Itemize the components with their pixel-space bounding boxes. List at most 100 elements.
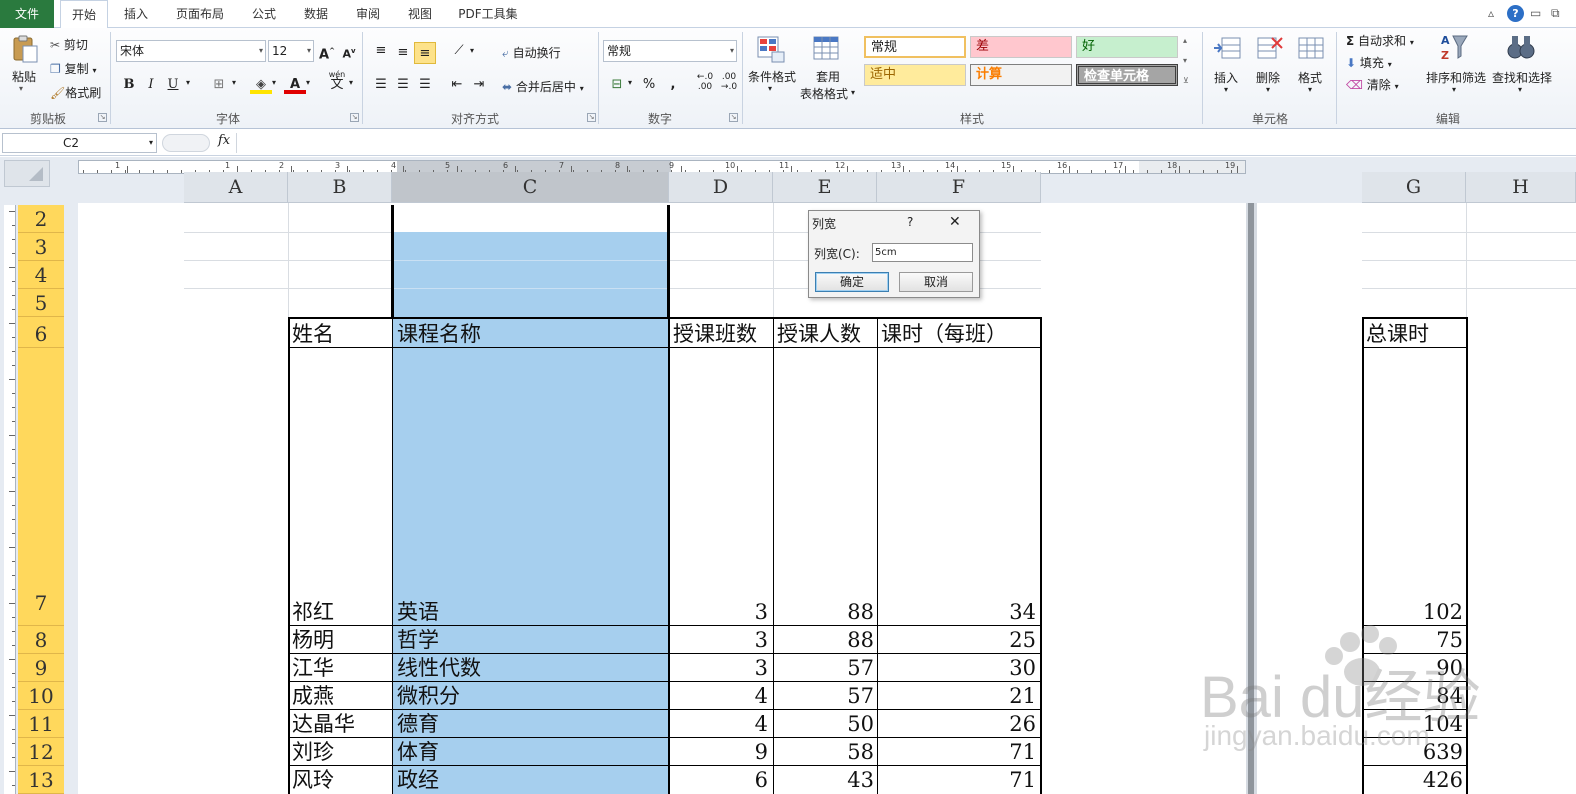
row-header-11[interactable]: 11 — [18, 710, 64, 738]
font-color-dropdown-icon[interactable]: ▾ — [306, 78, 310, 87]
cell-hours[interactable]: 26 — [880, 711, 1036, 738]
col-header-b[interactable]: B — [288, 172, 392, 203]
dialog-ok-button[interactable]: 确定 — [815, 272, 889, 292]
cell-course[interactable]: 政经 — [397, 767, 665, 794]
align-middle-icon[interactable]: ≡ — [392, 42, 414, 64]
delete-dropdown-icon[interactable]: ▾ — [1266, 85, 1270, 94]
cell-hours[interactable]: 25 — [880, 627, 1036, 654]
format-cells-icon[interactable] — [1296, 34, 1326, 64]
col-header-c[interactable]: C — [392, 172, 669, 203]
delete-cells-label[interactable]: 删除 — [1256, 69, 1280, 86]
insert-cells-icon[interactable] — [1212, 34, 1242, 64]
clipboard-launcher-icon[interactable]: ↘ — [98, 113, 107, 122]
cell-total[interactable]: 84 — [1365, 683, 1463, 710]
copy-button[interactable]: ❐ 复制 ▾ — [50, 60, 96, 77]
cell-classes[interactable]: 9 — [672, 739, 768, 766]
conditional-format-label[interactable]: 条件格式 — [748, 68, 796, 85]
style-good[interactable]: 好 — [1076, 36, 1178, 58]
paste-icon[interactable] — [10, 34, 40, 64]
cell-total[interactable]: 102 — [1365, 599, 1463, 626]
alignment-launcher-icon[interactable]: ↘ — [587, 113, 596, 122]
orientation-icon[interactable]: ⟋ — [448, 40, 470, 62]
tab-page-layout[interactable]: 页面布局 — [166, 0, 234, 28]
help-icon[interactable]: ? — [1507, 5, 1524, 22]
grow-font-button[interactable]: A^ — [316, 40, 338, 62]
sort-dropdown-icon[interactable]: ▾ — [1452, 85, 1456, 94]
number-launcher-icon[interactable]: ↘ — [729, 113, 738, 122]
fill-color-icon[interactable]: ◈ — [250, 74, 272, 94]
fx-icon[interactable]: fx — [218, 133, 230, 148]
align-right-icon[interactable]: ☰ — [414, 74, 436, 96]
cell-course[interactable]: 英语 — [397, 599, 665, 626]
tab-data[interactable]: 数据 — [292, 0, 340, 28]
cell-name[interactable]: 祁红 — [292, 599, 390, 626]
cell-course[interactable]: 线性代数 — [397, 655, 665, 682]
cell-classes[interactable]: 4 — [672, 683, 768, 710]
cell-students[interactable]: 58 — [776, 739, 874, 766]
insert-dropdown-icon[interactable]: ▾ — [1224, 85, 1228, 94]
header-cell-students[interactable]: 授课人数 — [777, 321, 861, 348]
dialog-help-icon[interactable]: ? — [907, 215, 913, 229]
align-center-icon[interactable]: ☰ — [392, 74, 414, 96]
format-as-table-icon[interactable] — [812, 34, 842, 64]
delete-cells-icon[interactable] — [1254, 34, 1284, 64]
ribbon-collapse-icon[interactable]: ▵ — [1488, 6, 1494, 20]
col-header-h[interactable]: H — [1466, 172, 1576, 203]
conditional-format-icon[interactable] — [756, 34, 786, 64]
tab-view[interactable]: 视图 — [396, 0, 444, 28]
cell-classes[interactable]: 3 — [672, 627, 768, 654]
cell-hours[interactable]: 21 — [880, 683, 1036, 710]
styles-scroll-up-icon[interactable]: ▴ — [1183, 36, 1187, 45]
decrease-decimal-icon[interactable]: .00 →.0 — [718, 72, 740, 94]
header-cell-hours[interactable]: 课时（每班） — [881, 321, 1007, 348]
cut-button[interactable]: ✂ 剪切 — [50, 36, 88, 53]
cell-hours[interactable]: 71 — [880, 739, 1036, 766]
name-box-dropdown-icon[interactable]: ▾ — [149, 134, 153, 152]
align-left-icon[interactable]: ☰ — [370, 74, 392, 96]
comma-button[interactable]: , — [662, 74, 684, 96]
cell-students[interactable]: 57 — [776, 683, 874, 710]
restore-icon[interactable]: ⧉ — [1551, 6, 1560, 21]
header-cell-name[interactable]: 姓名 — [292, 321, 334, 348]
cell-course[interactable]: 微积分 — [397, 683, 665, 710]
conditional-format-dropdown-icon[interactable]: ▾ — [768, 84, 772, 93]
tab-insert[interactable]: 插入 — [112, 0, 160, 28]
format-cells-label[interactable]: 格式 — [1298, 69, 1322, 86]
paste-dropdown-icon[interactable]: ▾ — [19, 84, 23, 93]
format-dropdown-icon[interactable]: ▾ — [1308, 85, 1312, 94]
underline-dropdown-icon[interactable]: ▾ — [186, 78, 190, 87]
cell-name[interactable]: 杨明 — [292, 627, 390, 654]
header-cell-classes[interactable]: 授课班数 — [673, 321, 757, 348]
style-check-cell[interactable]: 检查单元格 — [1076, 64, 1178, 86]
style-neutral[interactable]: 适中 — [864, 64, 966, 86]
col-header-g[interactable]: G — [1362, 172, 1466, 203]
merge-center-button[interactable]: ⬌ 合并后居中 ▾ — [502, 78, 584, 95]
wrap-text-button[interactable]: ⤶ 自动换行 — [502, 44, 561, 61]
cell-students[interactable]: 88 — [776, 599, 874, 626]
style-bad[interactable]: 差 — [970, 36, 1072, 58]
insert-cells-label[interactable]: 插入 — [1214, 69, 1238, 86]
find-select-label[interactable]: 查找和选择 — [1492, 69, 1552, 86]
cell-course[interactable]: 体育 — [397, 739, 665, 766]
underline-button[interactable]: U — [162, 74, 184, 96]
cell-students[interactable]: 57 — [776, 655, 874, 682]
cell-course[interactable]: 哲学 — [397, 627, 665, 654]
row-header-9[interactable]: 9 — [18, 654, 64, 682]
cell-students[interactable]: 43 — [776, 767, 874, 794]
cell-classes[interactable]: 3 — [672, 599, 768, 626]
font-color-button[interactable]: A — [284, 74, 306, 94]
cell-name[interactable]: 江华 — [292, 655, 390, 682]
row-header-5[interactable]: 5 — [18, 289, 64, 317]
cell-total[interactable]: 90 — [1365, 655, 1463, 682]
row-header-12[interactable]: 12 — [18, 738, 64, 766]
styles-more-icon[interactable]: ⊻ — [1183, 76, 1189, 85]
row-header-6[interactable]: 6 — [18, 317, 64, 348]
formula-input[interactable] — [236, 133, 1574, 153]
accounting-dropdown-icon[interactable]: ▾ — [628, 78, 632, 87]
row-header-13[interactable]: 13 — [18, 766, 64, 794]
clear-button[interactable]: ⌫ 清除 ▾ — [1346, 76, 1399, 93]
col-header-e[interactable]: E — [773, 172, 877, 203]
format-painter-button[interactable]: 🖌格式刷 — [50, 84, 101, 101]
italic-button[interactable]: I — [140, 74, 162, 96]
cell-total[interactable]: 426 — [1365, 767, 1463, 794]
